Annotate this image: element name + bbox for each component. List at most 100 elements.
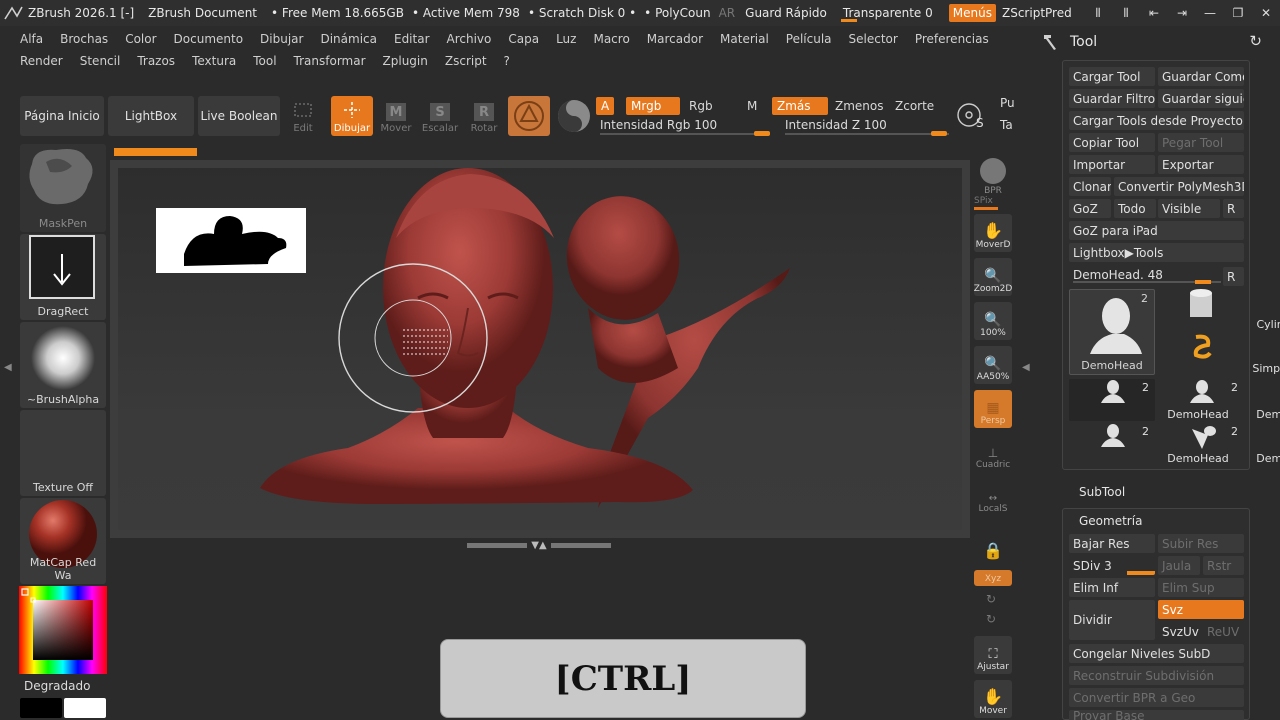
quicksave-button[interactable]: Guard Rápido	[745, 6, 827, 20]
import-button[interactable]: Importar	[1069, 155, 1155, 174]
z-intensity-slider[interactable]: Intensidad Z 100	[785, 118, 887, 132]
demohead-r-button[interactable]: R	[1223, 267, 1244, 286]
menu-color[interactable]: Color	[125, 32, 156, 46]
color-picker[interactable]	[19, 586, 107, 674]
left-tray-collapse-icon[interactable]: ◀	[4, 362, 12, 373]
menu-documento[interactable]: Documento	[174, 32, 244, 46]
menu-stencil[interactable]: Stencil	[80, 54, 121, 68]
tool-palette-header[interactable]: Tool ↻	[1036, 28, 1280, 56]
goz-r-button[interactable]: R	[1223, 199, 1244, 218]
perspective-button[interactable]: ▦ Persp	[974, 390, 1012, 428]
freeze-subd-button[interactable]: Congelar Niveles SubD	[1069, 644, 1244, 663]
menu--[interactable]: ?	[504, 54, 510, 68]
smt-toggle[interactable]: Svz	[1158, 600, 1244, 619]
tool-thumb-simplebrush[interactable]: SimpleBrush	[1158, 333, 1280, 375]
menu-luz[interactable]: Luz	[556, 32, 576, 46]
menu-material[interactable]: Material	[720, 32, 769, 46]
demohead-slider-knob[interactable]	[1195, 280, 1211, 284]
suv-toggle[interactable]: SvzUv	[1158, 622, 1200, 641]
menu-película[interactable]: Película	[786, 32, 832, 46]
reuv-toggle[interactable]: ReUV	[1203, 622, 1244, 641]
delete-higher-button[interactable]: Elim Sup	[1158, 578, 1244, 597]
local-symmetry-button[interactable]: ↔ LocalS	[974, 478, 1012, 516]
actual-size-button[interactable]: 🔍 100%	[974, 302, 1012, 340]
fit-button[interactable]: ⛶ Ajustar	[974, 636, 1012, 674]
menu-marcador[interactable]: Marcador	[647, 32, 703, 46]
spix-knob[interactable]	[974, 207, 998, 210]
rgb-intensity-slider[interactable]: Intensidad Rgb 100	[600, 118, 717, 132]
right-tray-collapse-icon[interactable]: ◀	[1022, 362, 1030, 373]
menu-brochas[interactable]: Brochas	[60, 32, 108, 46]
menu-dinámica[interactable]: Dinámica	[320, 32, 377, 46]
lock-button[interactable]: 🔒	[974, 524, 1012, 562]
collapse-arrows-icon[interactable]: ▼▲	[531, 540, 546, 551]
aa-half-button[interactable]: 🔍 AA50%	[974, 346, 1012, 384]
home-page-button[interactable]: Página Inicio	[20, 96, 104, 136]
transparent-slider[interactable]: Transparente 0	[840, 6, 935, 22]
save-next-button[interactable]: Guardar siguie	[1158, 89, 1244, 108]
geometry-header[interactable]: Geometría	[1079, 514, 1142, 528]
layout-prev-icon[interactable]: ⇤	[1140, 6, 1168, 20]
rgb-intensity-knob[interactable]	[754, 131, 770, 136]
reconstruct-subdiv-button[interactable]: Reconstruir Subdivisión	[1069, 666, 1244, 685]
layout-wide-icon[interactable]: ⦀	[1112, 6, 1140, 21]
minimize-icon[interactable]: —	[1196, 6, 1224, 20]
lightbox-button[interactable]: LightBox	[108, 96, 194, 136]
lightbox-tools-button[interactable]: Lightbox▶Tools	[1069, 243, 1244, 262]
menu-archivo[interactable]: Archivo	[447, 32, 492, 46]
menu-textura[interactable]: Textura	[192, 54, 236, 68]
rgb-toggle[interactable]: Rgb	[684, 97, 718, 115]
cage-button[interactable]: Jaula	[1158, 556, 1200, 575]
menu-selector[interactable]: Selector	[849, 32, 898, 46]
menu-zplugin[interactable]: Zplugin	[383, 54, 428, 68]
clone-button[interactable]: Clonar	[1069, 177, 1111, 196]
texture-tile[interactable]: Texture Off	[20, 410, 106, 496]
zcut-toggle[interactable]: Zcorte	[890, 97, 939, 115]
delete-lower-button[interactable]: Elim Inf	[1069, 578, 1155, 597]
export-button[interactable]: Exportar	[1158, 155, 1244, 174]
demohead-slider[interactable]: DemoHead. 48	[1069, 265, 1221, 284]
menu-tool[interactable]: Tool	[253, 54, 276, 68]
tool-thumb-demohead-main[interactable]: 2 DemoHead	[1069, 289, 1155, 375]
convert-polymesh-button[interactable]: Convertir PolyMesh3D	[1114, 177, 1244, 196]
zadd-toggle[interactable]: Zmás	[772, 97, 828, 115]
floor-button[interactable]: ⊥ Cuadric	[974, 434, 1012, 472]
menu-editar[interactable]: Editar	[394, 32, 430, 46]
mrgb-toggle[interactable]: Mrgb	[626, 97, 680, 115]
menu-render[interactable]: Render	[20, 54, 63, 68]
goz-visible-button[interactable]: Visible	[1158, 199, 1220, 218]
sdiv-slider[interactable]: SDiv 3	[1069, 556, 1155, 575]
menu-alfa[interactable]: Alfa	[20, 32, 43, 46]
save-as-button[interactable]: Guardar Como	[1158, 67, 1244, 86]
dragrect-stroke-tile[interactable]: DragRect	[20, 234, 106, 320]
transparent-slider-knob[interactable]	[840, 19, 857, 22]
layout-next-icon[interactable]: ⇥	[1168, 6, 1196, 20]
matcap-tile[interactable]: MatCap Red Wa	[20, 498, 106, 584]
load-tool-button[interactable]: Cargar Tool	[1069, 67, 1155, 86]
move-mode-button[interactable]: M Mover	[375, 96, 417, 136]
lower-res-button[interactable]: Bajar Res	[1069, 534, 1155, 553]
xyz-button[interactable]: Xyz	[974, 570, 1012, 586]
alpha-tile[interactable]: ~BrushAlpha	[20, 322, 106, 408]
menu-transformar[interactable]: Transformar	[294, 54, 366, 68]
sdiv-knob[interactable]	[1127, 571, 1155, 575]
tool-thumb-demohead-3[interactable]: 2 DemoHead	[1158, 379, 1280, 421]
rotate-y-icon[interactable]: ↻	[986, 592, 996, 606]
z-intensity-knob[interactable]	[931, 131, 947, 136]
layout-narrow-icon[interactable]: ⦀	[1084, 6, 1112, 21]
load-from-project-button[interactable]: Cargar Tools desde Proyecto	[1069, 111, 1244, 130]
menu-preferencias[interactable]: Preferencias	[915, 32, 989, 46]
copy-tool-button[interactable]: Copiar Tool	[1069, 133, 1155, 152]
close-icon[interactable]: ✕	[1252, 6, 1280, 20]
menu-macro[interactable]: Macro	[593, 32, 629, 46]
maximize-icon[interactable]: ❐	[1224, 6, 1252, 20]
move-d-button[interactable]: ✋ MoverD	[974, 214, 1012, 252]
maskpen-brush-tile[interactable]: MaskPen	[20, 144, 106, 232]
goz-ipad-button[interactable]: GoZ para iPad	[1069, 221, 1244, 240]
subtool-header[interactable]: SubTool	[1079, 485, 1125, 499]
viewport-nav-handle[interactable]: ▼▲	[464, 540, 614, 551]
higher-res-button[interactable]: Subir Res	[1158, 534, 1244, 553]
move-button[interactable]: ✋ Mover	[974, 680, 1012, 718]
save-filters-button[interactable]: Guardar Filtro:	[1069, 89, 1155, 108]
menu-zscript[interactable]: Zscript	[445, 54, 487, 68]
